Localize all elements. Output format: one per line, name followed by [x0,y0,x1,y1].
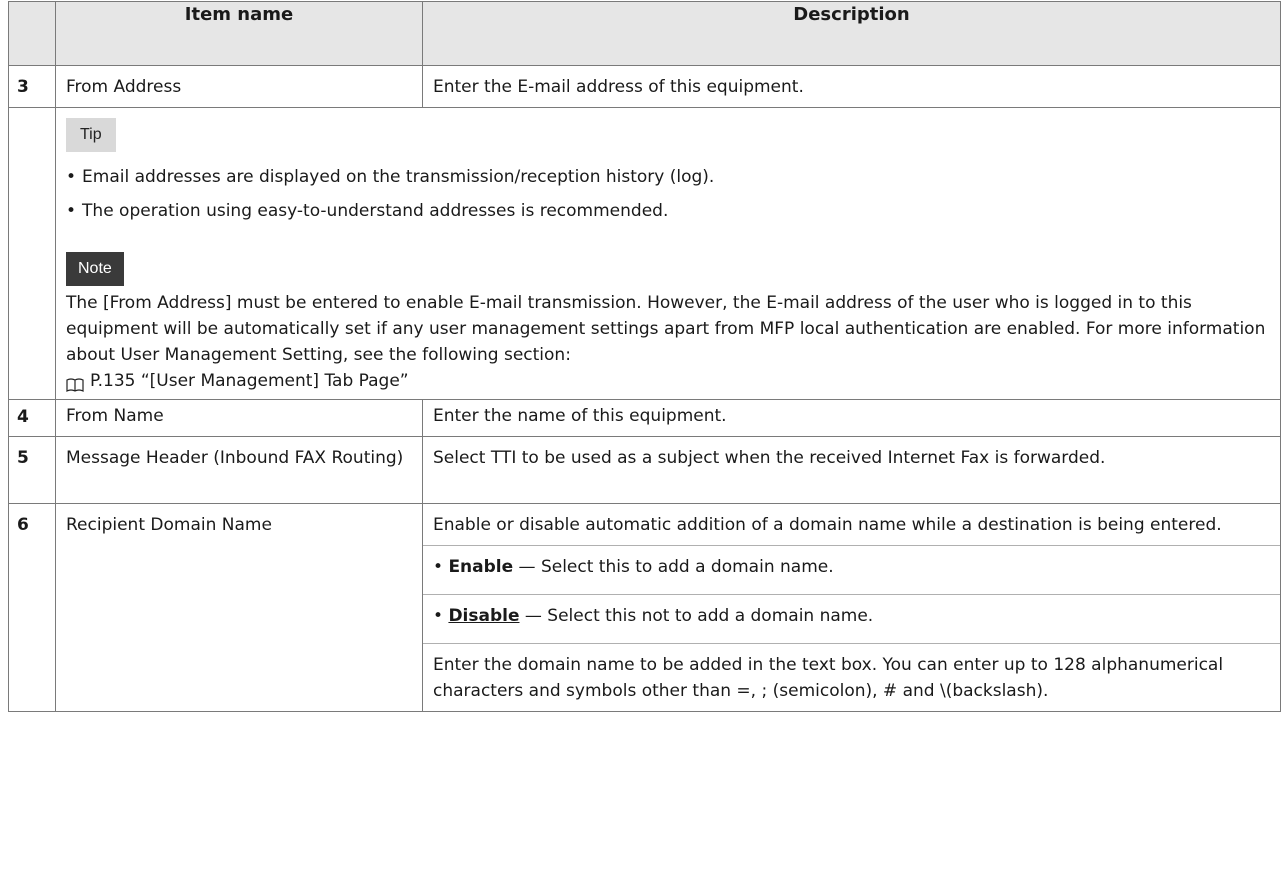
tip-label: Tip [66,118,116,152]
option-disable: • Disable — Select this not to add a dom… [423,594,1280,636]
item-description: Enter the E-mail address of this equipme… [422,65,1281,108]
item-description: Enter the name of this equipment. [422,399,1281,437]
option-enable: • Enable — Select this to add a domain n… [423,545,1280,587]
option-disable-label: Disable [448,606,520,626]
header-description: Description [422,1,1281,66]
reference-text: P.135 “[User Management] Tab Page” [90,371,409,391]
note-text: The [From Address] must be entered to en… [66,293,1266,365]
table-row: 3 From Address Enter the E-mail address … [8,65,1281,108]
book-icon [66,374,84,392]
table-row-merged: Tip Email addresses are displayed on the… [8,107,1281,400]
domain-extra-desc: Enter the domain name to be added in the… [433,655,1224,701]
item-description: Select TTI to be used as a subject when … [422,436,1281,504]
list-item: The operation using easy-to-understand a… [66,198,1280,224]
item-name: Message Header (Inbound FAX Routing) [55,436,423,504]
item-name: From Name [55,399,423,437]
option-disable-desc: — Select this not to add a domain name. [519,606,874,626]
table-header-row: Item name Description [8,1,1281,66]
item-description-cell: Enable or disable automatic addition of … [422,503,1281,712]
header-item-name: Item name [55,1,423,66]
table-row: 5 Message Header (Inbound FAX Routing) S… [8,436,1281,504]
row-number: 6 [8,503,56,712]
table-row: 4 From Name Enter the name of this equip… [8,399,1281,437]
header-num-cell [8,1,56,66]
note-label: Note [66,252,124,286]
tip-note-block: Tip Email addresses are displayed on the… [55,107,1281,400]
settings-table: Item name Description 3 From Address Ent… [8,1,1281,712]
row-number-empty [8,107,56,400]
item-name: From Address [55,65,423,108]
domain-extra-text: Enter the domain name to be added in the… [423,643,1280,704]
row-number: 5 [8,436,56,504]
row-number: 3 [8,65,56,108]
tip-list: Email addresses are displayed on the tra… [66,164,1280,224]
table-row: 6 Recipient Domain Name Enable or disabl… [8,503,1281,712]
option-enable-desc: — Select this to add a domain name. [513,557,834,577]
row-number: 4 [8,399,56,437]
reference-link[interactable]: P.135 “[User Management] Tab Page” [66,368,1280,394]
item-name: Recipient Domain Name [55,503,423,712]
option-enable-label: Enable [448,557,514,577]
list-item: Email addresses are displayed on the tra… [66,164,1280,190]
item-description: Enable or disable automatic addition of … [433,515,1222,535]
